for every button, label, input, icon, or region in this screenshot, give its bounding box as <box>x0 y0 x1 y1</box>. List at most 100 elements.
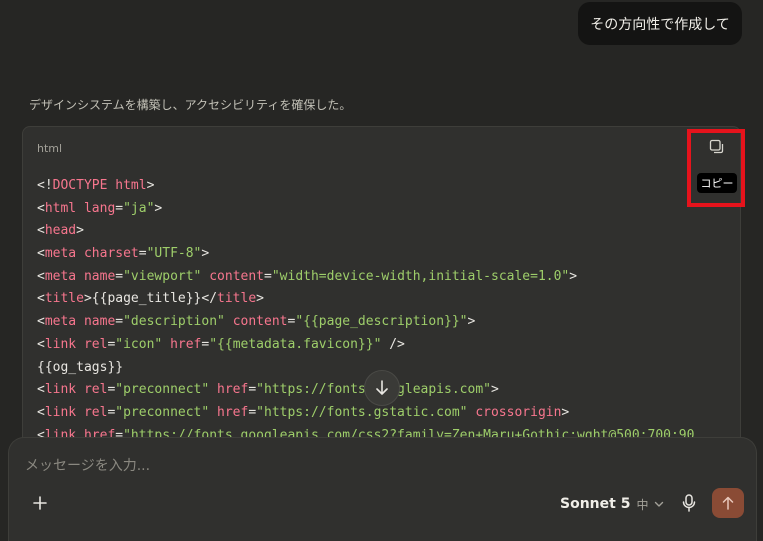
code-block: html <!DOCTYPE html> <html lang="ja"> <hea… <box>22 126 741 466</box>
message-input[interactable] <box>25 454 725 478</box>
chevron-down-icon <box>655 501 664 507</box>
code-token: meta <box>44 268 77 284</box>
code-token: href <box>170 336 202 352</box>
code-token: head <box>44 223 77 239</box>
code-token: > <box>256 291 264 307</box>
code-token: "https://fonts.gstatic.com" <box>256 404 468 420</box>
code-token: < <box>37 291 45 307</box>
code-token: > <box>201 246 210 262</box>
assistant-message-text: デザインシステムを構築し、アクセシビリティを確保した。 <box>29 98 352 112</box>
plus-icon <box>33 496 47 510</box>
arrow-down-icon <box>376 380 388 395</box>
code-token: {{page_title}} <box>91 291 202 307</box>
code-token: title <box>217 291 257 307</box>
code-token: link <box>44 382 77 398</box>
code-token: link <box>44 336 77 352</box>
code-token: < <box>37 382 45 398</box>
code-token: <! <box>37 178 53 193</box>
code-token: > <box>569 268 578 284</box>
code-token: "{{page_description}}" <box>295 314 468 330</box>
code-token: "preconnect" <box>115 404 210 420</box>
code-token: href <box>217 404 249 420</box>
code-token: meta <box>44 246 77 262</box>
code-token: html <box>115 178 147 193</box>
model-selector[interactable]: Sonnet 5 中 <box>560 494 664 514</box>
code-token: < <box>37 246 45 262</box>
code-token: "{{metadata.favicon}}" <box>209 336 382 352</box>
code-content: <!DOCTYPE html> <html lang="ja"> <head> <me… <box>37 175 694 447</box>
scroll-to-bottom-button[interactable] <box>364 370 400 406</box>
voice-input-button[interactable] <box>679 492 699 514</box>
code-token: "width=device-width,initial-scale=1.0" <box>271 268 570 284</box>
code-token: content <box>209 268 265 284</box>
code-line: <!DOCTYPE html> <box>37 175 694 198</box>
code-line: <link rel="icon" href="{{metadata.favico… <box>37 334 694 357</box>
code-line: {{og_tags}} <box>37 357 694 380</box>
model-effort: 中 <box>636 497 649 512</box>
code-token: "icon" <box>115 336 163 352</box>
code-token: name <box>83 268 116 284</box>
code-token: href <box>217 382 249 398</box>
code-line: <html lang="ja"> <box>37 198 694 221</box>
code-token: "ja" <box>123 200 155 216</box>
microphone-icon <box>682 494 696 512</box>
code-token: = <box>248 404 257 420</box>
code-token: rel <box>83 404 108 420</box>
code-token: > <box>146 178 155 193</box>
code-token: </ <box>201 291 218 307</box>
code-token: < <box>37 200 45 216</box>
code-token: name <box>83 314 116 330</box>
code-token: rel <box>83 382 108 398</box>
add-attachment-button[interactable] <box>29 492 51 514</box>
copy-button[interactable] <box>708 138 726 156</box>
message-composer: Sonnet 5 中 <box>8 437 757 541</box>
arrow-up-icon <box>722 496 734 510</box>
code-token: rel <box>83 336 108 352</box>
code-token: title <box>44 291 84 307</box>
code-token: < <box>37 314 45 330</box>
code-token: "UTF-8" <box>146 246 202 262</box>
code-token: charset <box>83 246 139 262</box>
code-token: > <box>561 404 570 420</box>
code-token: > <box>154 200 163 216</box>
code-token: < <box>37 223 45 239</box>
copy-tooltip: コピー <box>697 173 737 193</box>
code-token: "description" <box>123 314 225 330</box>
model-name: Sonnet 5 <box>560 496 631 512</box>
code-token: > <box>83 291 92 307</box>
code-line: <meta charset="UTF-8"> <box>37 243 694 266</box>
code-token: link <box>44 404 77 420</box>
code-token: < <box>37 336 45 352</box>
code-token: lang <box>83 200 116 216</box>
code-token: "viewport" <box>123 268 202 284</box>
send-button[interactable] <box>712 488 744 518</box>
code-token: content <box>232 314 288 330</box>
code-language-label: html <box>37 142 63 155</box>
code-token: DOCTYPE <box>52 178 108 193</box>
code-token: > <box>490 382 499 398</box>
code-line: <head> <box>37 220 694 243</box>
code-token: = <box>264 268 272 284</box>
code-token: > <box>467 314 476 330</box>
code-token: {{og_tags}} <box>37 359 124 375</box>
code-line: <meta name="viewport" content="width=dev… <box>37 266 694 289</box>
user-message-text: その方向性で作成して <box>590 16 730 33</box>
code-line: <title>{{page_title}}</title> <box>37 288 694 311</box>
code-token: /> <box>381 336 405 352</box>
code-token: crossorigin <box>475 404 562 420</box>
code-line: <link rel="preconnect" href="https://fon… <box>37 402 694 425</box>
code-token: meta <box>44 314 77 330</box>
copy-icon <box>709 139 724 154</box>
user-message-bubble: その方向性で作成して <box>578 2 742 45</box>
code-token: = <box>115 200 124 216</box>
